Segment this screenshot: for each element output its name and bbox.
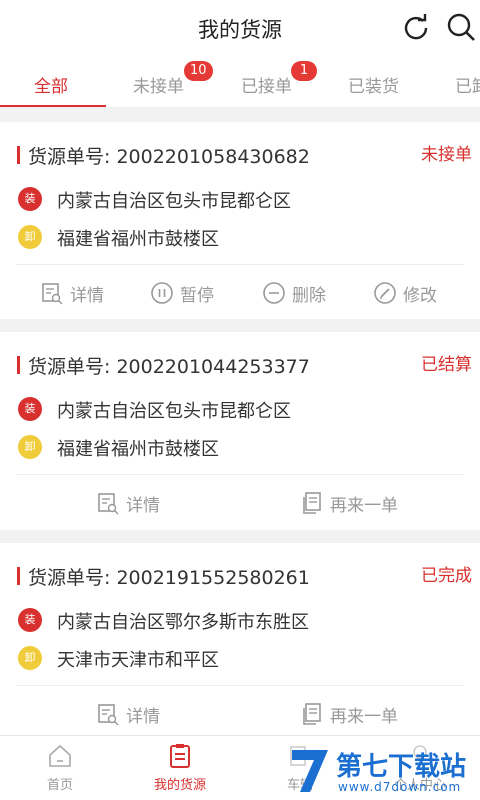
details-button[interactable]: 详情 [96, 699, 166, 729]
unload-address: 天津市天津市和平区 [57, 650, 219, 671]
tab-unloaded[interactable]: 已卸 [455, 72, 480, 97]
minus-circle-icon [263, 282, 285, 304]
refresh-icon[interactable] [401, 12, 431, 42]
reorder-button[interactable]: 再来一单 [300, 488, 410, 518]
status-label: 未接单 [421, 145, 472, 165]
status-label: 已完成 [421, 566, 472, 586]
divider [16, 264, 464, 265]
tab-unaccepted[interactable]: 未接单 [133, 72, 184, 97]
tab-all[interactable]: 全部 [34, 72, 68, 97]
order-number: 货源单号: 2002201044253377 [28, 356, 310, 378]
accent-bar [17, 567, 20, 585]
copy-order-icon [303, 492, 321, 514]
unload-address: 福建省福州市鼓楼区 [57, 439, 219, 460]
order-row: 货源单号: 2002201058430682 未接单 [0, 140, 480, 170]
header: 我的货源 [0, 0, 480, 56]
details-icon [98, 704, 119, 726]
details-button[interactable]: 详情 [40, 278, 110, 308]
cargo-card[interactable]: 货源单号: 2002201058430682 未接单 装 内蒙古自治区包头市昆都… [0, 122, 480, 319]
accent-bar [17, 356, 20, 374]
load-address-row: 装 内蒙古自治区鄂尔多斯市东胜区 [0, 605, 480, 635]
edit-button[interactable]: 修改 [373, 278, 443, 308]
load-tag-icon: 装 [18, 397, 42, 421]
cargo-list-icon [170, 744, 190, 768]
load-address: 内蒙古自治区包头市昆都仑区 [57, 191, 291, 212]
unload-tag-icon: 卸 [18, 225, 42, 249]
delete-button[interactable]: 删除 [262, 278, 332, 308]
watermark-url: www.d7down.com [338, 780, 462, 794]
load-tag-icon: 装 [18, 187, 42, 211]
load-address: 内蒙古自治区包头市昆都仑区 [57, 401, 291, 422]
watermark-logo-icon [292, 750, 328, 792]
pause-icon [151, 282, 173, 304]
order-number: 货源单号: 2002191552580261 [28, 567, 310, 589]
active-tab-indicator [0, 105, 106, 107]
load-address-row: 装 内蒙古自治区包头市昆都仑区 [0, 184, 480, 214]
cargo-card[interactable]: 货源单号: 2002201044253377 已结算 装 内蒙古自治区包头市昆都… [0, 332, 480, 530]
unload-tag-icon: 卸 [18, 646, 42, 670]
unload-address-row: 卸 福建省福州市鼓楼区 [0, 432, 480, 462]
details-button[interactable]: 详情 [96, 488, 166, 518]
pause-button[interactable]: 暂停 [150, 278, 220, 308]
order-row: 货源单号: 2002201044253377 已结算 [0, 350, 480, 380]
unload-tag-icon: 卸 [18, 435, 42, 459]
status-label: 已结算 [421, 355, 472, 375]
unload-address-row: 卸 天津市天津市和平区 [0, 643, 480, 673]
home-icon [49, 744, 71, 767]
unaccepted-count-badge: 10 [184, 61, 213, 81]
nav-home[interactable]: 首页 [0, 736, 120, 800]
accepted-count-badge: 1 [291, 61, 317, 81]
tab-loaded[interactable]: 已装货 [348, 72, 399, 97]
load-tag-icon: 装 [18, 608, 42, 632]
unload-address: 福建省福州市鼓楼区 [57, 229, 219, 250]
divider [16, 685, 464, 686]
unload-address-row: 卸 福建省福州市鼓楼区 [0, 222, 480, 252]
load-address-row: 装 内蒙古自治区包头市昆都仑区 [0, 394, 480, 424]
order-number: 货源单号: 2002201058430682 [28, 146, 310, 168]
tab-accepted[interactable]: 已接单 [241, 72, 292, 97]
search-icon[interactable] [446, 12, 476, 42]
reorder-button[interactable]: 再来一单 [300, 699, 410, 729]
site-watermark: 第七下载站 www.d7down.com [288, 744, 480, 800]
nav-my-cargo[interactable]: 我的货源 [120, 736, 240, 800]
divider [16, 474, 464, 475]
details-icon [98, 493, 119, 515]
order-row: 货源单号: 2002191552580261 已完成 [0, 561, 480, 591]
cargo-card[interactable]: 货源单号: 2002191552580261 已完成 装 内蒙古自治区鄂尔多斯市… [0, 543, 480, 735]
details-icon [42, 283, 63, 305]
watermark-name: 第七下载站 [336, 752, 467, 782]
copy-order-icon [303, 703, 321, 725]
accent-bar [17, 146, 20, 164]
edit-icon [374, 282, 396, 304]
load-address: 内蒙古自治区鄂尔多斯市东胜区 [57, 612, 309, 633]
status-tabs: 全部 未接单 10 已接单 1 已装货 已卸 [0, 56, 480, 108]
